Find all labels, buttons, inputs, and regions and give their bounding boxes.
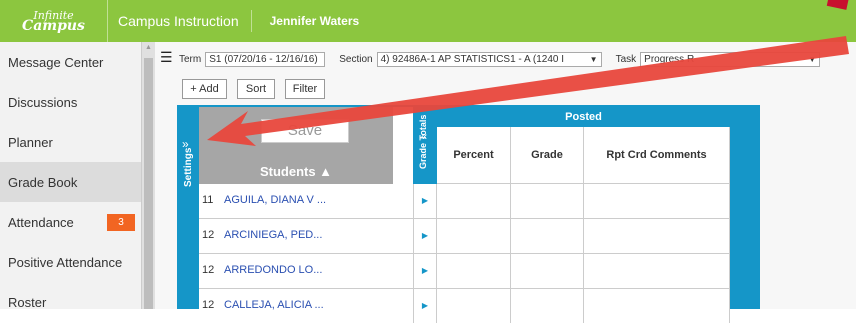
corner-decoration [826,0,850,10]
term-select[interactable]: S1 (07/20/16 - 12/16/16) ▼ [205,52,326,67]
user-name[interactable]: Jennifer Waters [252,14,360,28]
student-grade-level: 12 [202,264,215,276]
section-select[interactable]: 4) 92486A-1 AP STATISTICS1 - A (1240 I ▼ [376,52,602,67]
sidebar-item-label: Positive Attendance [8,254,123,270]
comments-cell[interactable] [584,184,730,218]
scroll-up-arrow-icon[interactable]: ▲ [142,44,155,51]
row-expand-arrow-icon[interactable]: ▶ [413,219,437,253]
task-value: Progress R [644,54,695,65]
attendance-count-badge: 3 [107,214,135,231]
table-row: 12 CALLEJA, ALICIA ... ▶ [199,289,730,323]
term-label: Term [179,54,202,65]
filter-bar: Term S1 (07/20/16 - 12/16/16) ▼ Section … [179,52,821,67]
sidebar-item-label: Roster [8,294,47,310]
main-content: ☰ Term S1 (07/20/16 - 12/16/16) ▼ Sectio… [155,42,856,323]
grade-totals-tab[interactable]: Grade Totals « [413,107,437,184]
student-grade-level: 11 [202,194,214,206]
sidebar-item-label: Message Center [8,54,104,70]
grid-right-edge [730,107,758,309]
student-grade-level: 12 [202,299,215,311]
sidebar-item-message-center[interactable]: Message Center [0,42,141,82]
percent-cell[interactable] [437,219,511,253]
column-header-percent[interactable]: Percent [437,127,511,184]
grade-cell[interactable] [511,184,584,218]
sidebar-item-label: Planner [8,134,53,150]
app-title[interactable]: Campus Instruction [108,10,252,32]
table-row: 12 ARREDONDO LO... ▶ [199,254,730,289]
caret-down-icon: ▼ [589,55,598,64]
row-expand-arrow-icon[interactable]: ▶ [413,254,437,288]
comments-cell[interactable] [584,254,730,288]
comments-cell[interactable] [584,219,730,253]
sidebar-item-label: Discussions [8,94,78,110]
settings-label: Settings [183,147,194,187]
task-label: Task [615,54,637,65]
percent-cell[interactable] [437,184,511,218]
student-grade-level: 12 [202,229,215,241]
sort-button[interactable]: Sort [237,79,275,99]
row-expand-arrow-icon[interactable]: ▶ [413,184,437,218]
comments-cell[interactable] [584,289,730,323]
sidebar-nav: Message Center Discussions Planner Grade… [0,42,141,310]
hamburger-menu-icon[interactable]: ☰ [160,49,173,66]
percent-cell[interactable] [437,289,511,323]
section-value: 4) 92486A-1 AP STATISTICS1 - A (1240 I [380,54,565,65]
sidebar-item-planner[interactable]: Planner [0,122,141,162]
sidebar-item-attendance[interactable]: Attendance 3 [0,202,141,242]
task-select[interactable]: Progress R ▼ [640,52,821,67]
sidebar-scrollbar[interactable]: ▲ [141,42,155,309]
grade-cell[interactable] [511,289,584,323]
sidebar-item-discussions[interactable]: Discussions [0,82,141,122]
student-name-link[interactable]: ARCINIEGA, PED... [224,229,322,241]
top-header-bar: Infinite Campus Campus Instruction Jenni… [0,0,856,42]
scrollbar-thumb[interactable] [144,58,153,309]
percent-cell[interactable] [437,254,511,288]
collapse-chevron-icon: « [421,131,428,143]
sidebar-item-label: Attendance [8,214,74,230]
filter-button[interactable]: Filter [285,79,325,99]
column-header-grade[interactable]: Grade [511,127,584,184]
section-label: Section [339,54,373,65]
sidebar-item-positive-attendance[interactable]: Positive Attendance [0,242,141,282]
sidebar-item-grade-book[interactable]: Grade Book [0,162,141,202]
logo-text-line2: Campus [22,18,85,34]
posted-header: Posted [437,107,730,127]
grade-cell[interactable] [511,219,584,253]
student-name-link[interactable]: ARREDONDO LO... [224,264,322,276]
table-row: 11 AGUILA, DIANA V ... ▶ [199,184,730,219]
settings-tab[interactable]: » Settings [179,107,199,309]
row-expand-arrow-icon[interactable]: ▶ [413,289,437,323]
grade-book-grid: » Settings Save Students ▲ Grade Totals … [177,105,760,323]
sidebar-item-label: Grade Book [8,174,78,190]
save-button[interactable]: Save [261,119,349,143]
term-value: S1 (07/20/16 - 12/16/16) [209,54,318,65]
sidebar-item-roster[interactable]: Roster [0,282,141,322]
student-name-link[interactable]: CALLEJA, ALICIA ... [224,299,324,311]
caret-down-icon: ▼ [313,66,321,67]
students-header: Save Students ▲ [199,107,393,184]
add-button[interactable]: + Add [182,79,227,99]
grade-cell[interactable] [511,254,584,288]
students-sort-header[interactable]: Students ▲ [199,164,393,179]
column-header-rpt-crd-comments[interactable]: Rpt Crd Comments [584,127,730,184]
infinite-campus-logo[interactable]: Infinite Campus [0,0,108,42]
caret-down-icon: ▼ [808,55,817,64]
table-row: 12 ARCINIEGA, PED... ▶ [199,219,730,254]
student-name-link[interactable]: AGUILA, DIANA V ... [224,194,326,206]
